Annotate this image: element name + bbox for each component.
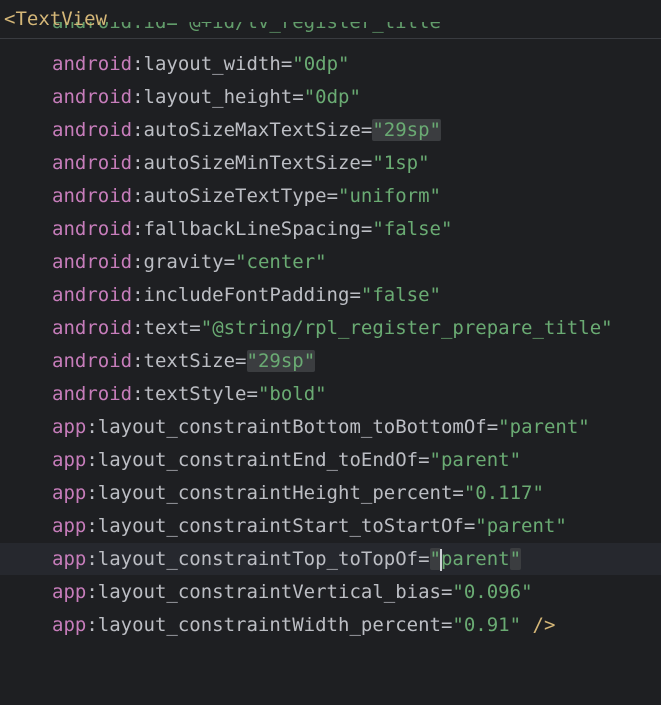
attr-namespace: app [52,449,87,471]
sticky-scope-header[interactable]: android:id="@+id/tv_register_title" <Tex… [0,0,661,39]
code-line-font-padding[interactable]: android:includeFontPadding="false" [0,279,661,311]
attr-value: 1sp [383,152,419,174]
attr-value: 0dp [303,53,339,75]
partially-hidden-line-text: android:id="@+id/tv_register_title" [52,22,453,33]
attr-value: 0dp [315,86,350,108]
attr-value: @string/rpl_register_prepare_title [212,317,602,339]
attr-name: layout_height [143,86,293,108]
attr-namespace: app [52,416,87,438]
attr-value: bold [269,383,316,405]
attr-value: uniform [349,185,430,207]
code-line-layout-height[interactable]: android:layout_height="0dp" [0,81,661,113]
highlighted-attr-value: "29sp" [246,350,316,372]
attr-name: autoSizeMaxTextSize [143,119,361,141]
attr-name: text [143,317,190,339]
attr-namespace: android [52,86,133,108]
attr-name: autoSizeMinTextSize [143,152,361,174]
attr-namespace: android [52,152,133,174]
attr-value: parent [509,416,579,438]
attr-namespace: android [52,53,133,75]
code-line-constraint-top-current[interactable]: app:layout_constraintTop_toTopOf="parent… [0,543,661,575]
attr-name: layout_constraintBottom_toBottomOf [97,416,487,438]
code-line-constraint-end[interactable]: app:layout_constraintEnd_toEndOf="parent… [0,444,661,476]
self-closing-tag: /> [532,614,556,636]
attr-name: textStyle [143,383,247,405]
attr-value: 29sp [257,350,304,372]
attr-name: layout_width [143,53,281,75]
attr-name: layout_constraintEnd_toEndOf [97,449,419,471]
code-line-constraint-start[interactable]: app:layout_constraintStart_toStartOf="pa… [0,510,661,542]
code-line-text[interactable]: android:text="@string/rpl_register_prepa… [0,312,661,344]
attr-namespace: app [52,581,87,603]
attr-name: layout_constraintHeight_percent [97,482,453,504]
highlighted-attr-value: "29sp" [372,119,441,141]
code-line-width-percent[interactable]: app:layout_constraintWidth_percent="0.91… [0,609,661,641]
attr-value: 0.117 [475,482,533,504]
attr-namespace: app [52,482,87,504]
attr-name: fallbackLineSpacing [143,218,361,240]
attr-namespace: android [52,251,133,273]
attr-namespace: app [52,614,87,636]
matched-quote-close: " [509,548,522,570]
attr-value: parent [440,449,510,471]
code-line-autosize-type[interactable]: android:autoSizeTextType="uniform" [0,180,661,212]
code-line-gravity[interactable]: android:gravity="center" [0,246,661,278]
attr-value: center [246,251,316,273]
attr-name: includeFontPadding [143,284,350,306]
code-line-autosize-max[interactable]: android:autoSizeMaxTextSize="29sp" [0,114,661,146]
attr-name: layout_constraintTop_toTopOf [97,548,419,570]
attr-namespace: android [52,317,133,339]
code-line-fallback-spacing[interactable]: android:fallbackLineSpacing="false" [0,213,661,245]
attr-name: layout_constraintWidth_percent [97,614,441,636]
sticky-open-tag: <TextView [4,8,107,30]
code-editor[interactable]: android:id="@+id/tv_register_title" <Tex… [0,0,661,648]
code-line-text-size[interactable]: android:textSize="29sp" [0,345,661,377]
attr-name: gravity [143,251,224,273]
attr-value: false [372,284,430,306]
code-line-text-style[interactable]: android:textStyle="bold" [0,378,661,410]
attr-value: parent [440,548,510,570]
attr-value: 0.096 [463,581,522,603]
attr-value: 0.91 [463,614,510,636]
partially-hidden-line: android:id="@+id/tv_register_title" [52,22,452,40]
code-line-constraint-bottom[interactable]: app:layout_constraintBottom_toBottomOf="… [0,411,661,443]
attr-namespace: android [52,218,133,240]
code-line-autosize-min[interactable]: android:autoSizeMinTextSize="1sp" [0,147,661,179]
attr-namespace: android [52,383,133,405]
code-line-vertical-bias[interactable]: app:layout_constraintVertical_bias="0.09… [0,576,661,608]
attr-namespace: android [52,284,133,306]
attr-name: autoSizeTextType [143,185,327,207]
attr-namespace: app [52,515,87,537]
attr-value: 29sp [383,119,430,141]
attr-name: layout_constraintStart_toStartOf [97,515,464,537]
code-line-layout-width[interactable]: android:layout_width="0dp" [0,48,661,80]
code-line-height-percent[interactable]: app:layout_constraintHeight_percent="0.1… [0,477,661,509]
attr-namespace: android [52,119,133,141]
attr-name: layout_constraintVertical_bias [97,581,441,603]
attr-namespace: app [52,548,87,570]
attr-namespace: android [52,350,133,372]
attr-value: parent [486,515,556,537]
attr-name: textSize [143,350,236,372]
attr-value: false [383,218,441,240]
attr-namespace: android [52,185,133,207]
